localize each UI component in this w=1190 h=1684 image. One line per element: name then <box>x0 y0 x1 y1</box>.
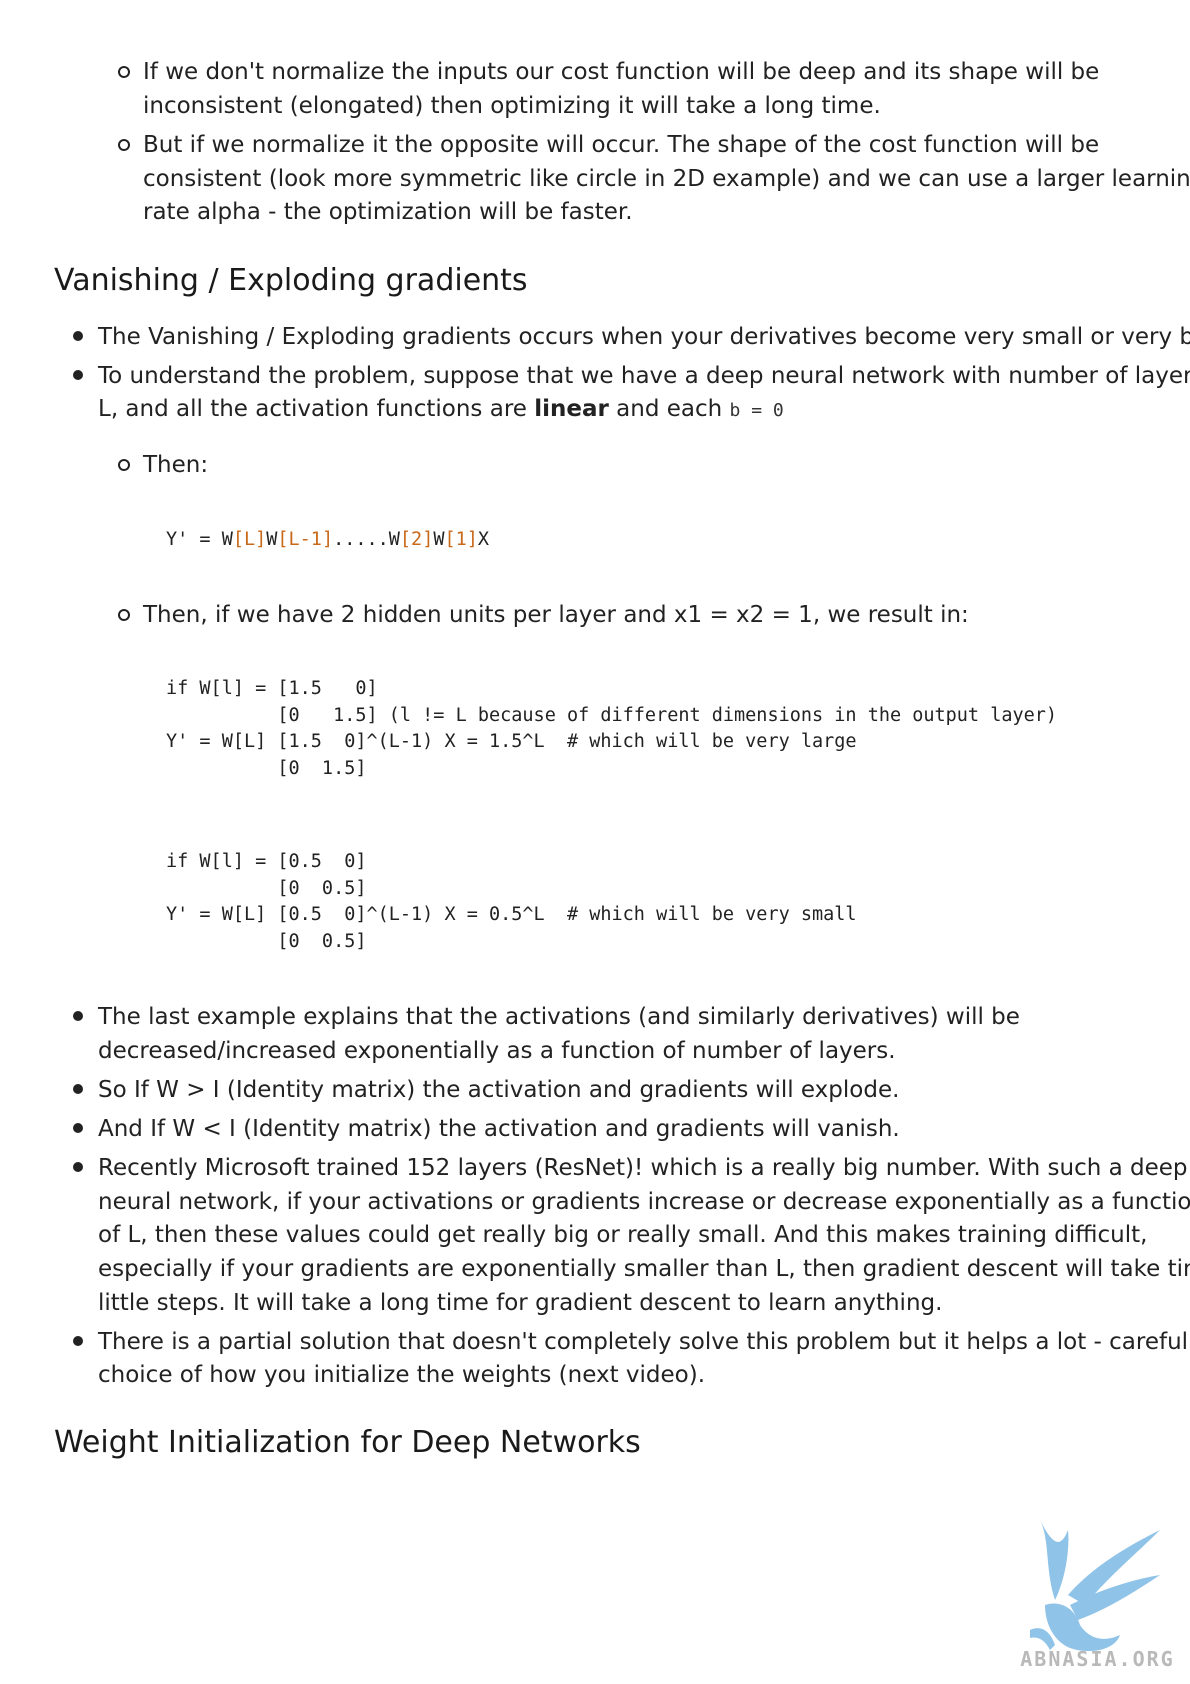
formula-index: [L] <box>232 529 267 550</box>
sub-bullet-text: consistent (look more symmetric like cir… <box>143 166 1190 192</box>
code-line: if W[l] = [1.5 0] <box>166 678 378 699</box>
formula-index: [L-1] <box>277 529 334 550</box>
formula-part: .....W <box>333 529 400 550</box>
bullet-text: choice of how you initialize the weights… <box>98 1362 706 1388</box>
formula-code: Y' = W[L]W[L-1].....W[2]W[1]X <box>166 525 489 554</box>
formula-part: W <box>266 529 278 550</box>
section-heading-vanishing: Vanishing / Exploding gradients <box>54 263 528 298</box>
formula-index: [1] <box>444 529 478 550</box>
bold-linear: linear <box>534 396 609 422</box>
code-line: [0 1.5] (l != L because of different dim… <box>166 705 1058 726</box>
section-heading-weight-init: Weight Initialization for Deep Networks <box>54 1425 641 1460</box>
bullet-text-linear: L, and all the activation functions are … <box>98 391 784 429</box>
then2-label: Then, if we have 2 hidden units per laye… <box>143 602 969 628</box>
code-line: [0 1.5] <box>166 758 367 779</box>
bullet-text: There is a partial solution that doesn't… <box>98 1329 1189 1355</box>
bullet-marker <box>73 1011 83 1021</box>
bullet-text: Recently Microsoft trained 152 layers (R… <box>98 1155 1188 1181</box>
inline-code-b: b = 0 <box>729 400 784 421</box>
watermark-text: ABNASIA.ORG <box>1020 1647 1175 1671</box>
bullet-marker <box>73 331 83 341</box>
bullet-text: of L, then these values could get really… <box>98 1222 1148 1248</box>
bullet-text-part: L, and all the activation functions are <box>98 396 535 422</box>
code-line: if W[l] = [0.5 0] <box>166 851 367 872</box>
formula-index: [2] <box>399 529 434 550</box>
code-line: Y' = W[L] [0.5 0]^(L-1) X = 0.5^L # whic… <box>166 904 857 925</box>
sub-bullet-marker <box>118 459 130 471</box>
formula-part: X <box>477 529 490 550</box>
bullet-text: The Vanishing / Exploding gradients occu… <box>98 324 1190 350</box>
code-line: [0 0.5] <box>166 878 367 899</box>
watermark-logo-icon <box>1030 1520 1160 1652</box>
sub-bullet-marker <box>118 609 130 621</box>
bullet-text: To understand the problem, suppose that … <box>98 363 1190 389</box>
bullet-text: decreased/increased exponentially as a f… <box>98 1038 896 1064</box>
bullet-text: little steps. It will take a long time f… <box>98 1290 943 1316</box>
sub-bullet-text: rate alpha - the optimization will be fa… <box>143 199 633 225</box>
bullet-marker <box>73 1123 83 1133</box>
bullet-marker <box>73 1162 83 1172</box>
sub-bullet-text: But if we normalize it the opposite will… <box>143 132 1100 158</box>
bullet-text: So If W > I (Identity matrix) the activa… <box>98 1077 900 1103</box>
bullet-text: neural network, if your activations or g… <box>98 1189 1190 1215</box>
sub-bullet-text: inconsistent (elongated) then optimizing… <box>143 93 881 119</box>
formula-part: Y' = W <box>166 529 233 550</box>
bullet-marker <box>73 1336 83 1346</box>
bullet-text: And If W < I (Identity matrix) the activ… <box>98 1116 900 1142</box>
bullet-text-part: and each <box>608 396 730 422</box>
formula-part: W <box>433 529 445 550</box>
sub-bullet-marker <box>118 66 130 78</box>
bullet-marker <box>73 1084 83 1094</box>
sub-bullet-marker <box>118 139 130 151</box>
document-page: If we don't normalize the inputs our cos… <box>0 0 1190 1684</box>
bullet-text: especially if your gradients are exponen… <box>98 1256 1190 1282</box>
then-label: Then: <box>143 452 209 478</box>
sub-bullet-text: If we don't normalize the inputs our cos… <box>143 59 1100 85</box>
bullet-text: The last example explains that the activ… <box>98 1004 1020 1030</box>
code-line: [0 0.5] <box>166 931 367 952</box>
bullet-marker <box>73 370 83 380</box>
code-line: Y' = W[L] [1.5 0]^(L-1) X = 1.5^L # whic… <box>166 731 857 752</box>
